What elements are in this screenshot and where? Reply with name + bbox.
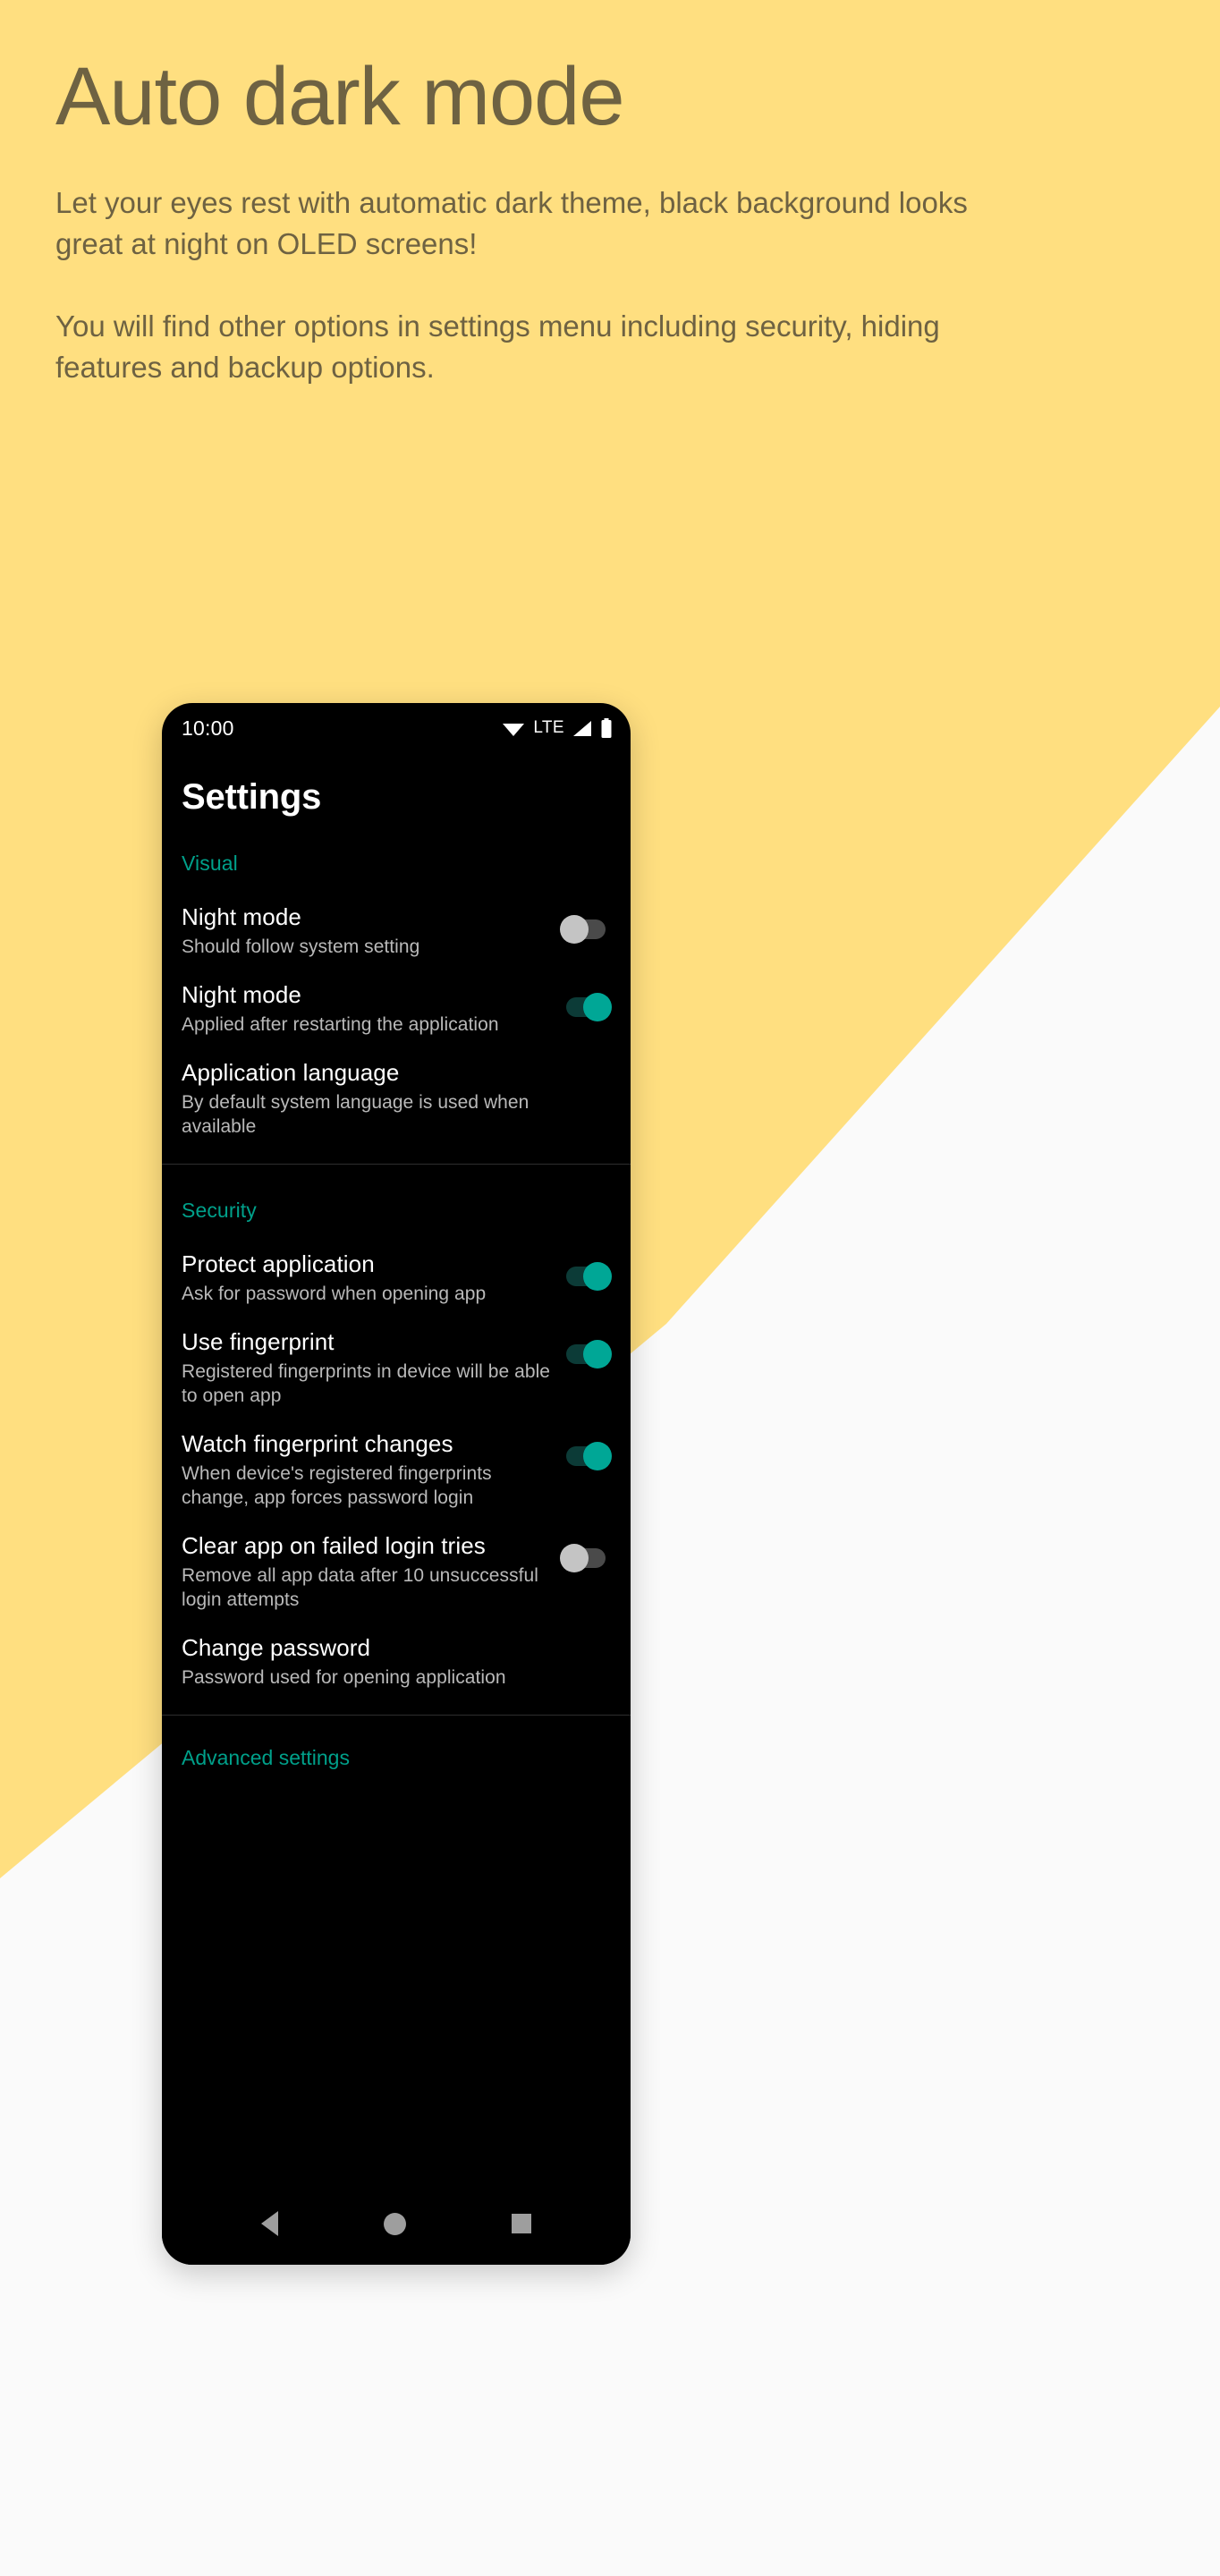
setting-subtitle: Password used for opening application — [182, 1667, 506, 1688]
page-title: Auto dark mode — [55, 51, 624, 142]
toggle-thumb — [583, 1262, 612, 1291]
setting-subtitle: When device's registered fingerprints ch… — [182, 1463, 492, 1508]
setting-title: Clear app on failed login tries — [182, 1532, 486, 1559]
toggle-thumb — [583, 1340, 612, 1368]
setting-row-protect-application[interactable]: Protect application Ask for password whe… — [162, 1228, 631, 1306]
wifi-icon — [502, 719, 525, 737]
toggle-night-mode-restart[interactable] — [563, 993, 612, 1021]
battery-icon — [600, 718, 613, 738]
setting-title: Use fingerprint — [182, 1328, 335, 1355]
setting-row-text: Watch fingerprint changes When device's … — [182, 1429, 563, 1510]
app-title: Settings — [182, 777, 322, 817]
toggle-clear-app-on-failed-login[interactable] — [560, 1544, 609, 1572]
setting-row-use-fingerprint[interactable]: Use fingerprint Registered fingerprints … — [162, 1306, 631, 1408]
setting-row-night-mode-system[interactable]: Night mode Should follow system setting — [162, 881, 631, 959]
signal-icon — [572, 720, 592, 737]
network-type-label: LTE — [533, 718, 564, 737]
settings-section-visual: Visual Night mode Should follow system s… — [162, 818, 631, 1165]
setting-row-text: Change password Password used for openin… — [182, 1633, 563, 1690]
setting-title: Night mode — [182, 981, 301, 1008]
toggle-thumb — [560, 915, 589, 944]
section-header-advanced-settings: Advanced settings — [182, 1746, 350, 1769]
setting-subtitle: Ask for password when opening app — [182, 1284, 487, 1304]
header-block: Auto dark mode Let your eyes rest with a… — [55, 50, 1111, 388]
setting-title: Change password — [182, 1634, 371, 1661]
setting-row-text: Night mode Applied after restarting the … — [182, 980, 563, 1037]
setting-row-night-mode-restart[interactable]: Night mode Applied after restarting the … — [162, 959, 631, 1037]
app-screen: Settings Visual Night mode Should follow… — [162, 746, 631, 2182]
setting-row-watch-fingerprint-changes[interactable]: Watch fingerprint changes When device's … — [162, 1408, 631, 1510]
setting-subtitle: Applied after restarting the application — [182, 1014, 499, 1035]
toggle-night-mode-system[interactable] — [560, 915, 609, 944]
setting-row-application-language[interactable]: Application language By default system l… — [162, 1037, 631, 1139]
section-header-visual: Visual — [182, 852, 238, 875]
setting-row-text: Use fingerprint Registered fingerprints … — [182, 1327, 563, 1408]
toggle-use-fingerprint[interactable] — [563, 1340, 612, 1368]
setting-subtitle: Remove all app data after 10 unsuccessfu… — [182, 1565, 538, 1610]
setting-row-text: Clear app on failed login tries Remove a… — [182, 1531, 563, 1612]
setting-subtitle: Should follow system setting — [182, 936, 420, 957]
status-bar-clock: 10:00 — [182, 716, 234, 740]
toggle-watch-fingerprint-changes[interactable] — [563, 1442, 612, 1470]
setting-row-text: Application language By default system l… — [182, 1058, 563, 1139]
setting-row-text: Protect application Ask for password whe… — [182, 1250, 563, 1306]
settings-section-security: Security Protect application Ask for pas… — [162, 1165, 631, 1716]
setting-subtitle: By default system language is used when … — [182, 1092, 530, 1137]
toggle-thumb — [583, 993, 612, 1021]
section-divider — [162, 1715, 631, 1716]
setting-row-change-password[interactable]: Change password Password used for openin… — [162, 1612, 631, 1690]
home-icon[interactable] — [384, 2212, 406, 2235]
toggle-protect-application[interactable] — [563, 1262, 612, 1291]
setting-title: Application language — [182, 1059, 400, 1086]
setting-row-clear-app-on-failed-login[interactable]: Clear app on failed login tries Remove a… — [162, 1510, 631, 1612]
back-icon[interactable] — [261, 2211, 278, 2236]
status-bar-icons: LTE — [502, 718, 613, 738]
status-bar: 10:00 LTE — [162, 703, 631, 746]
setting-subtitle: Registered fingerprints in device will b… — [182, 1361, 551, 1406]
phone-mockup: 10:00 LTE Settings Visual Night mode Sho… — [162, 703, 631, 2265]
page-paragraph-2: You will find other options in settings … — [55, 309, 940, 384]
toggle-thumb — [583, 1442, 612, 1470]
setting-title: Watch fingerprint changes — [182, 1430, 453, 1457]
page-paragraph-1: Let your eyes rest with automatic dark t… — [55, 186, 968, 260]
toggle-thumb — [560, 1544, 589, 1572]
section-header-security: Security — [182, 1199, 257, 1222]
setting-title: Night mode — [182, 903, 301, 930]
section-header-advanced-settings-clipped: Advanced settings — [162, 1746, 631, 1769]
android-navigation-bar — [162, 2182, 631, 2265]
recents-icon[interactable] — [512, 2214, 531, 2233]
setting-title: Protect application — [182, 1250, 375, 1277]
setting-row-text: Night mode Should follow system setting — [182, 902, 563, 959]
